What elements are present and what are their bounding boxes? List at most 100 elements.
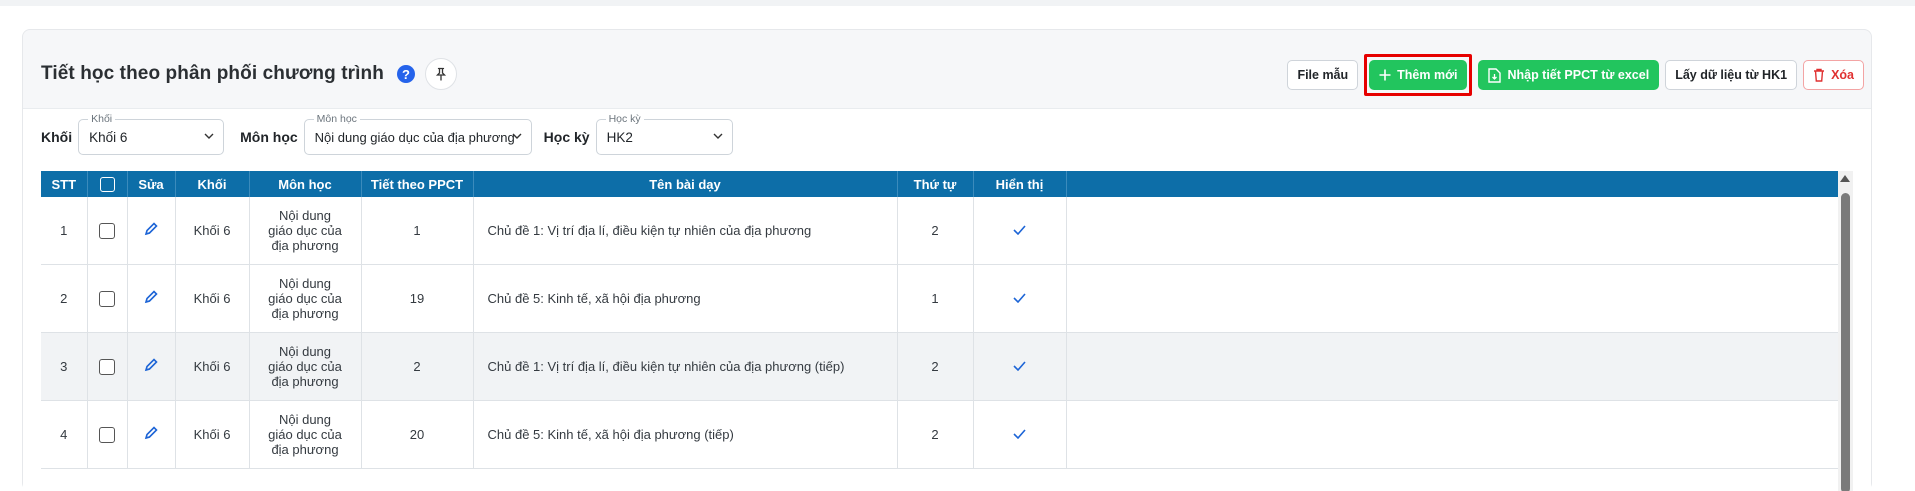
cell-filler — [1066, 332, 1839, 401]
cell-filler — [1066, 197, 1839, 265]
semester-legend: Học kỳ — [605, 113, 644, 125]
semester-label: Học kỳ — [543, 129, 590, 145]
cell-select — [87, 332, 128, 401]
select-all-checkbox[interactable] — [99, 177, 115, 193]
subject-line: giáo dục của — [268, 427, 342, 442]
subject-line: Nội dung — [278, 412, 332, 427]
subject-line: giáo dục của — [268, 291, 342, 306]
table-row[interactable]: 2 Khối 6 Nội dung giáo dục của địa phươn… — [41, 264, 1839, 333]
subject-line: địa phương — [271, 374, 339, 389]
col-period[interactable]: Tiết theo PPCT — [361, 171, 474, 197]
get-hk1-button[interactable]: Lấy dữ liệu từ HK1 — [1665, 60, 1798, 90]
top-strip — [0, 0, 1915, 6]
cell-period: 20 — [361, 400, 474, 469]
subject-label: Môn học — [240, 129, 298, 145]
table-row[interactable]: 1 Khối 6 Nội dung giáo dục của địa phươn… — [41, 197, 1839, 265]
check-icon — [1013, 429, 1026, 440]
col-lesson[interactable]: Tên bài dạy — [473, 171, 898, 197]
col-stt[interactable]: STT — [41, 171, 88, 197]
cell-subject: Nội dung giáo dục của địa phương — [249, 197, 362, 265]
subject-line: Nội dung — [278, 208, 332, 223]
trash-icon — [1814, 68, 1825, 82]
import-excel-button[interactable]: Nhập tiết PPCT từ excel — [1478, 60, 1660, 90]
pin-button[interactable] — [424, 58, 457, 90]
add-new-button[interactable]: Thêm mới — [1369, 60, 1468, 90]
import-excel-label: Nhập tiết PPCT từ excel — [1507, 68, 1650, 82]
cell-subject: Nội dung giáo dục của địa phương — [249, 332, 362, 401]
cell-grade: Khối 6 — [175, 264, 250, 333]
cell-select — [87, 264, 128, 333]
subject-line: giáo dục của — [268, 223, 342, 238]
check-icon — [1013, 225, 1026, 236]
subject-line: địa phương — [271, 238, 339, 253]
grade-label: Khối — [41, 129, 73, 145]
subject-value: Nội dung giáo dục của địa phương — [314, 129, 515, 145]
cell-subject: Nội dung giáo dục của địa phương — [249, 400, 362, 469]
cell-lesson: Chủ đề 5: Kinh tế, xã hội địa phương — [473, 264, 898, 333]
pencil-icon[interactable] — [144, 358, 158, 372]
cell-stt: 4 — [41, 400, 88, 469]
cell-lesson: Chủ đề 1: Vị trí địa lí, điều kiện tự nh… — [473, 197, 898, 265]
cell-select — [87, 197, 128, 265]
sample-file-button[interactable]: File mẫu — [1287, 60, 1359, 90]
row-checkbox[interactable] — [99, 358, 115, 375]
chevron-down-icon — [512, 133, 522, 139]
subject-line: Nội dung — [278, 276, 332, 291]
col-subject[interactable]: Môn học — [249, 171, 362, 197]
cell-period: 2 — [361, 332, 474, 401]
table-row[interactable]: 3 Khối 6 Nội dung giáo dục của địa phươn… — [41, 332, 1839, 401]
row-checkbox[interactable] — [99, 290, 115, 307]
cell-order: 2 — [897, 400, 974, 469]
cell-edit — [127, 400, 176, 469]
check-icon — [1013, 361, 1026, 372]
cell-grade: Khối 6 — [175, 400, 250, 469]
toolbar: File mẫu Thêm mới Nhập tiết PPCT từ exce… — [1287, 54, 1864, 96]
subject-line: giáo dục của — [268, 359, 342, 374]
ppct-table: STT Sửa Khối Môn học Tiết theo PPCT Tên … — [41, 171, 1839, 469]
grade-legend: Khối — [88, 113, 116, 125]
row-checkbox[interactable] — [99, 426, 115, 443]
check-icon — [1013, 293, 1026, 304]
col-select-all[interactable] — [87, 171, 128, 197]
cell-visible — [973, 400, 1067, 469]
col-edit[interactable]: Sửa — [127, 171, 176, 197]
pencil-icon[interactable] — [144, 222, 158, 236]
help-icon[interactable]: ? — [396, 65, 415, 83]
cell-grade: Khối 6 — [175, 197, 250, 265]
subject-select[interactable]: Môn học Nội dung giáo dục của địa phương — [303, 113, 532, 155]
subject-line: địa phương — [271, 306, 339, 321]
pencil-icon[interactable] — [144, 290, 158, 304]
semester-value: HK2 — [606, 129, 633, 145]
row-checkbox[interactable] — [99, 222, 115, 239]
cell-lesson: Chủ đề 1: Vị trí địa lí, điều kiện tự nh… — [473, 332, 898, 401]
table-header-row: STT Sửa Khối Môn học Tiết theo PPCT Tên … — [41, 171, 1839, 197]
ppct-table-container: STT Sửa Khối Môn học Tiết theo PPCT Tên … — [41, 171, 1853, 491]
scrollbar-thumb[interactable] — [1841, 193, 1850, 491]
cell-select — [87, 400, 128, 469]
cell-edit — [127, 332, 176, 401]
scroll-up-arrow-icon[interactable] — [1840, 175, 1850, 182]
table-row[interactable]: 4 Khối 6 Nội dung giáo dục của địa phươn… — [41, 400, 1839, 469]
pencil-icon[interactable] — [144, 426, 158, 440]
col-grade[interactable]: Khối — [175, 171, 250, 197]
cell-edit — [127, 197, 176, 265]
chevron-down-icon — [713, 133, 723, 139]
page-title: Tiết học theo phân phối chương trình — [41, 63, 384, 84]
grade-select[interactable]: Khối Khối 6 — [78, 113, 225, 155]
cell-visible — [973, 197, 1067, 265]
chevron-down-icon — [204, 133, 214, 139]
delete-button[interactable]: Xóa — [1803, 60, 1864, 90]
highlight-box: Thêm mới — [1364, 54, 1473, 96]
subject-line: Nội dung — [278, 344, 332, 359]
delete-label: Xóa — [1831, 68, 1854, 82]
cell-lesson: Chủ đề 5: Kinh tế, xã hội địa phương (ti… — [473, 400, 898, 469]
col-order[interactable]: Thứ tự — [897, 171, 974, 197]
table-scrollbar[interactable] — [1838, 171, 1853, 491]
cell-visible — [973, 332, 1067, 401]
col-visible[interactable]: Hiển thị — [973, 171, 1067, 197]
cell-stt: 1 — [41, 197, 88, 265]
semester-select[interactable]: Học kỳ HK2 — [595, 113, 733, 155]
cell-filler — [1066, 264, 1839, 333]
cell-order: 1 — [897, 264, 974, 333]
cell-period: 19 — [361, 264, 474, 333]
